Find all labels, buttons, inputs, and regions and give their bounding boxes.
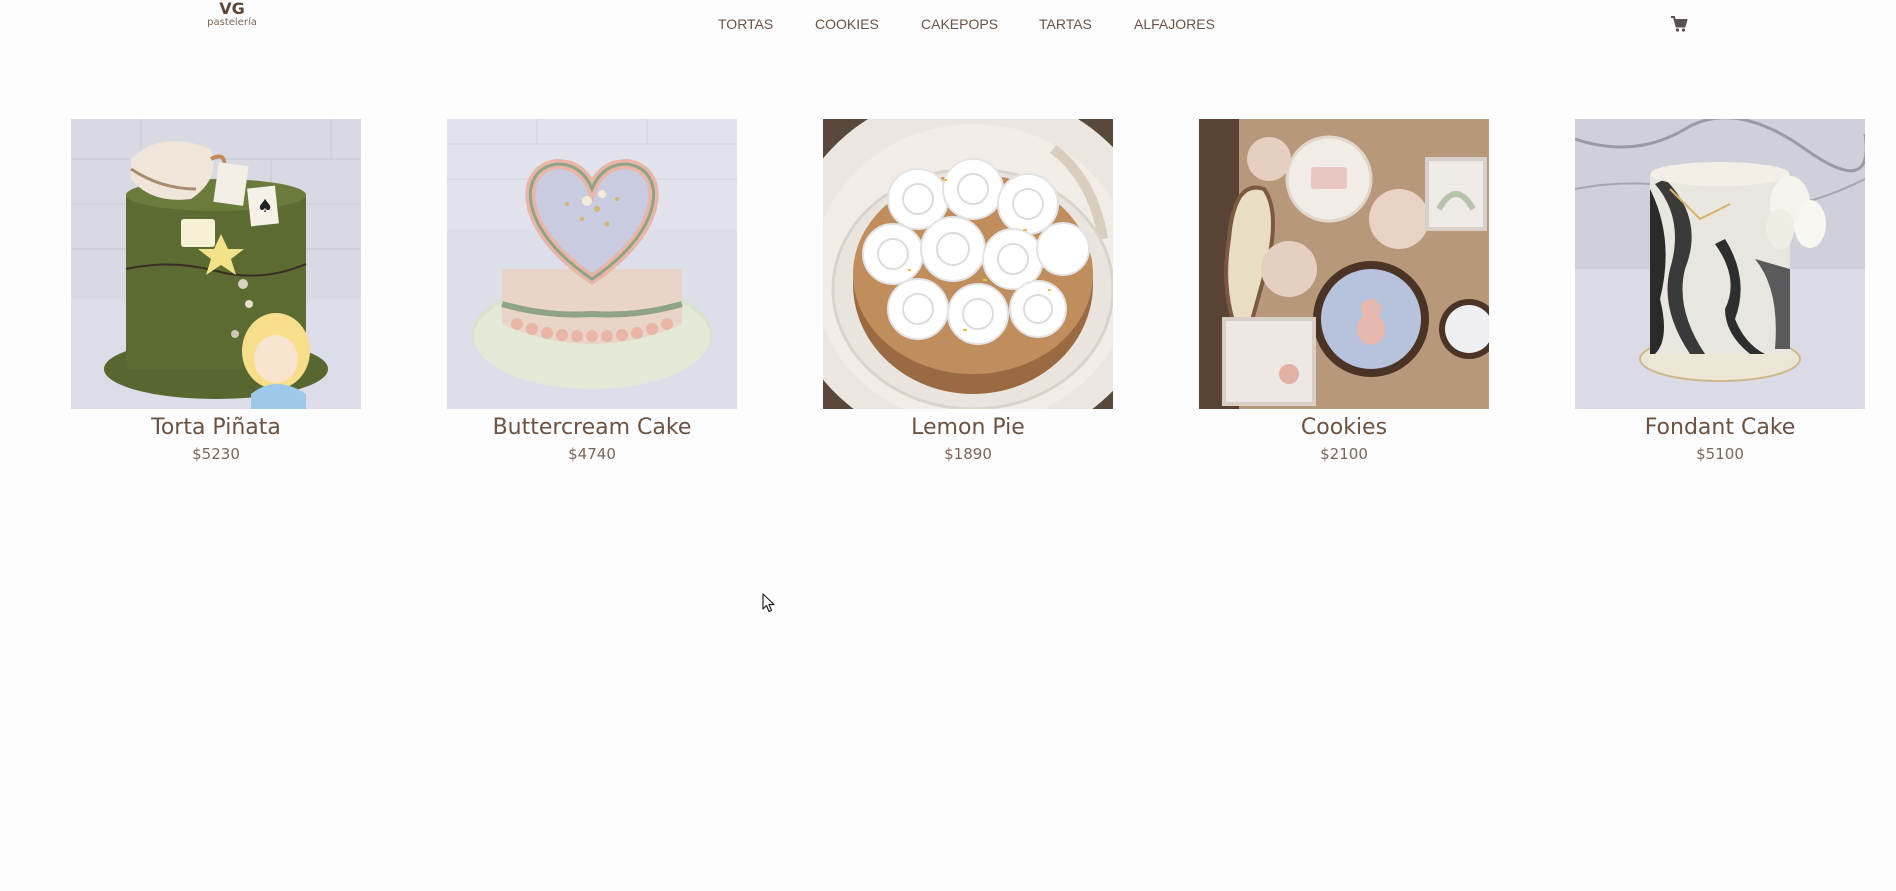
product-image-fondant-cake[interactable] — [1575, 119, 1865, 409]
product-image-buttercream-cake[interactable] — [447, 119, 737, 409]
nav-item-tartas[interactable]: TARTAS — [1039, 16, 1092, 32]
product-image-torta-pinata[interactable]: ♠ — [71, 119, 361, 409]
product-price: $5230 — [192, 445, 240, 463]
product-price: $4740 — [568, 445, 616, 463]
nav-item-alfajores[interactable]: ALFAJORES — [1134, 16, 1215, 32]
logo-mark: VG — [219, 0, 245, 18]
shopping-cart-icon[interactable] — [1670, 15, 1688, 33]
product-price: $2100 — [1320, 445, 1368, 463]
product-image-lemon-pie[interactable] — [823, 119, 1113, 409]
product-name[interactable]: Lemon Pie — [823, 414, 1113, 442]
product-name[interactable]: Cookies — [1199, 414, 1489, 442]
product-card-torta-pinata[interactable]: ♠ Torta Piñata $5230 — [71, 119, 361, 465]
product-price: $1890 — [944, 445, 992, 463]
brand-logo[interactable]: VG pastelería — [206, 1, 258, 28]
product-card-lemon-pie[interactable]: Lemon Pie $1890 — [823, 119, 1113, 465]
nav-item-tortas[interactable]: TORTAS — [718, 16, 773, 32]
nav-item-cakepops[interactable]: CAKEPOPS — [921, 16, 998, 32]
top-navigation-bar: VG pastelería TORTAS COOKIES CAKEPOPS TA… — [0, 0, 1896, 50]
product-name[interactable]: Torta Piñata — [71, 414, 361, 442]
nav-item-cookies[interactable]: COOKIES — [815, 16, 879, 32]
product-name[interactable]: Fondant Cake — [1575, 414, 1865, 442]
product-card-buttercream-cake[interactable]: Buttercream Cake $4740 — [447, 119, 737, 465]
logo-subtitle: pastelería — [207, 17, 257, 28]
product-image-cookies[interactable] — [1199, 119, 1489, 409]
mouse-pointer-icon — [762, 593, 776, 613]
svg-text:♠: ♠ — [257, 196, 273, 217]
product-card-cookies[interactable]: Cookies $2100 — [1199, 119, 1489, 465]
product-price: $5100 — [1696, 445, 1744, 463]
product-name[interactable]: Buttercream Cake — [447, 414, 737, 442]
product-card-fondant-cake[interactable]: Fondant Cake $5100 — [1575, 119, 1865, 465]
